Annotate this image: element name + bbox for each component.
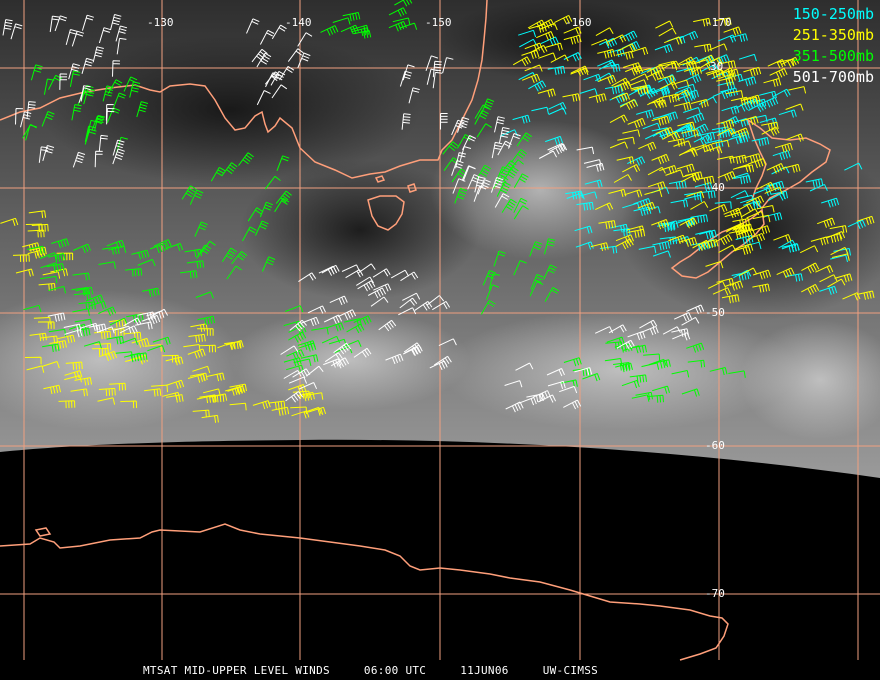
lon-label-130: -130 — [147, 16, 174, 29]
pressure-legend: 150-250mb 251-350mb 351-500mb 501-700mb — [793, 4, 874, 88]
lon-label-140: -140 — [285, 16, 312, 29]
image-caption: MTSAT MID-UPPER LEVEL WINDS 06:00 UTC 11JU… — [143, 664, 598, 677]
legend-501-700: 501-700mb — [792, 68, 874, 86]
lat-label-40: -40 — [705, 181, 725, 194]
lon-label-160: -160 — [565, 16, 592, 29]
caption-source: UW-CIMSS — [542, 664, 599, 677]
caption-product: MTSAT MID-UPPER LEVEL WINDS — [143, 664, 330, 677]
legend-251-350: 251-350mb — [792, 26, 874, 44]
lon-label-170: -170 — [705, 16, 732, 29]
legend-351-500: 351-500mb — [792, 47, 874, 65]
lat-label-30: 30 — [710, 60, 724, 73]
satellite-map — [0, 0, 880, 661]
lat-label-60: -60 — [705, 439, 725, 452]
lon-label-150: -150 — [425, 16, 452, 29]
lat-label-70: -70 — [705, 587, 725, 600]
lat-label-50: -50 — [705, 306, 725, 319]
caption-date: 11JUN06 — [460, 664, 509, 677]
legend-150-250: 150-250mb — [792, 5, 874, 23]
caption-time: 06:00 UTC — [363, 664, 427, 677]
